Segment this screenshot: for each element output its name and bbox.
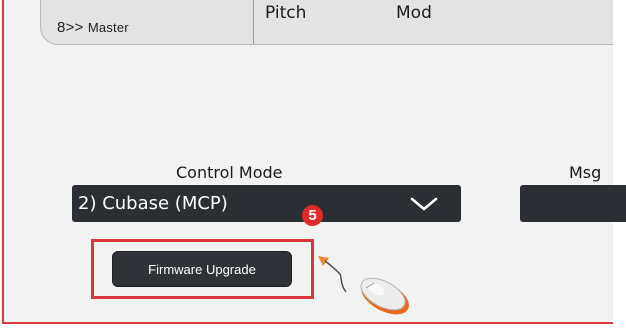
master-text: Master: [87, 20, 129, 35]
control-mode-label: Control Mode: [176, 163, 283, 182]
divider: [253, 0, 254, 44]
window-edge: [613, 0, 626, 330]
mouse-icon: [360, 277, 409, 315]
control-mode-value: 2) Cubase (MCP): [78, 193, 228, 214]
firmware-upgrade-button[interactable]: Firmware Upgrade: [112, 251, 292, 287]
pitch-label: Pitch: [265, 3, 307, 23]
master-prefix: 8>>: [57, 19, 84, 36]
msg-label: Msg: [569, 163, 602, 182]
mod-label: Mod: [396, 3, 432, 23]
chevron-down-icon: [410, 197, 438, 211]
msg-dropdown[interactable]: [520, 185, 626, 222]
top-controls-panel: 8>> Master Pitch Mod: [40, 0, 613, 45]
control-mode-dropdown[interactable]: 2) Cubase (MCP): [72, 185, 461, 222]
master-label: 8>> Master: [57, 19, 129, 36]
step-badge: 5: [302, 205, 323, 226]
